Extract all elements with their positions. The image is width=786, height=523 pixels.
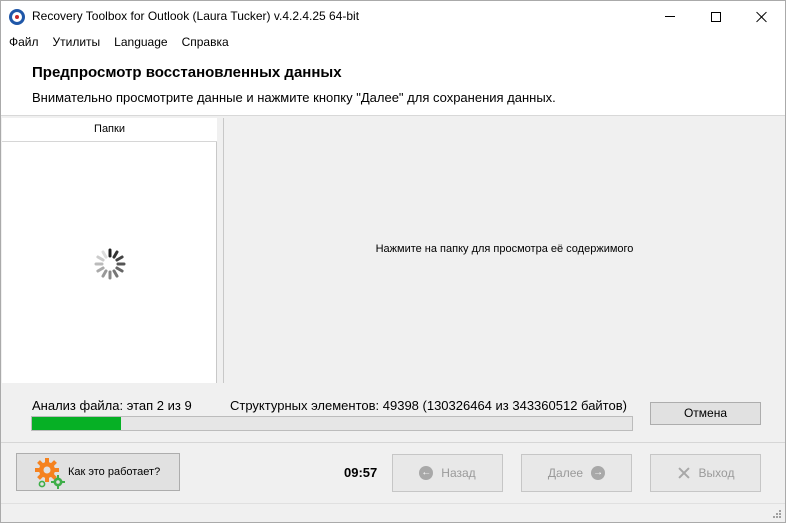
minimize-button[interactable] <box>647 1 693 32</box>
elapsed-timer: 09:57 <box>344 465 378 480</box>
menu-language[interactable]: Language <box>107 32 174 52</box>
menu-file[interactable]: Файл <box>2 32 46 52</box>
elements-count-text: Структурных элементов: 49398 (130326464 … <box>230 398 627 413</box>
minimize-icon <box>665 16 675 17</box>
how-it-works-button[interactable]: Как это работает? <box>16 453 180 491</box>
title-bar: Recovery Toolbox for Outlook (Laura Tuck… <box>1 1 785 32</box>
menu-bar: Файл Утилиты Language Справка <box>1 32 785 52</box>
cancel-button[interactable]: Отмена <box>650 402 761 425</box>
menu-utilities[interactable]: Утилиты <box>46 32 108 52</box>
gears-icon <box>35 458 65 489</box>
page-subtitle: Внимательно просмотрите данные и нажмите… <box>32 90 556 105</box>
exit-label: Выход <box>698 466 735 480</box>
page-title: Предпросмотр восстановленных данных <box>32 64 342 81</box>
next-button[interactable]: Далее → <box>521 454 632 492</box>
back-label: Назад <box>441 466 476 480</box>
page-header: Предпросмотр восстановленных данных Вним… <box>1 52 785 116</box>
arrow-left-icon: ← <box>419 466 434 480</box>
progress-fill <box>32 417 121 430</box>
maximize-button[interactable] <box>693 1 739 32</box>
back-button[interactable]: ← Назад <box>392 454 503 492</box>
how-it-works-label: Как это работает? <box>68 466 161 478</box>
window-title: Recovery Toolbox for Outlook (Laura Tuck… <box>32 9 360 23</box>
resize-grip-icon[interactable] <box>771 508 782 519</box>
folders-pane[interactable]: Папки <box>2 118 217 383</box>
app-window: Recovery Toolbox for Outlook (Laura Tuck… <box>0 0 786 523</box>
tools-icon <box>677 466 691 480</box>
content-placeholder: Нажмите на папку для просмотра её содерж… <box>375 243 634 255</box>
divider <box>1 442 785 443</box>
analysis-stage-text: Анализ файла: этап 2 из 9 <box>32 398 192 413</box>
close-icon <box>756 11 768 23</box>
close-button[interactable] <box>739 1 785 32</box>
loading-spinner-icon <box>94 248 126 280</box>
next-label: Далее <box>547 466 584 480</box>
progress-bar <box>31 416 633 431</box>
folders-header[interactable]: Папки <box>2 118 217 142</box>
menu-help[interactable]: Справка <box>175 32 236 52</box>
maximize-icon <box>711 11 721 22</box>
status-bar <box>1 503 785 522</box>
pane-splitter[interactable] <box>217 118 224 383</box>
arrow-right-icon: → <box>591 466 606 480</box>
content-pane: Нажмите на папку для просмотра её содерж… <box>224 118 785 383</box>
exit-button[interactable]: Выход <box>650 454 761 492</box>
app-logo-icon <box>9 9 25 25</box>
